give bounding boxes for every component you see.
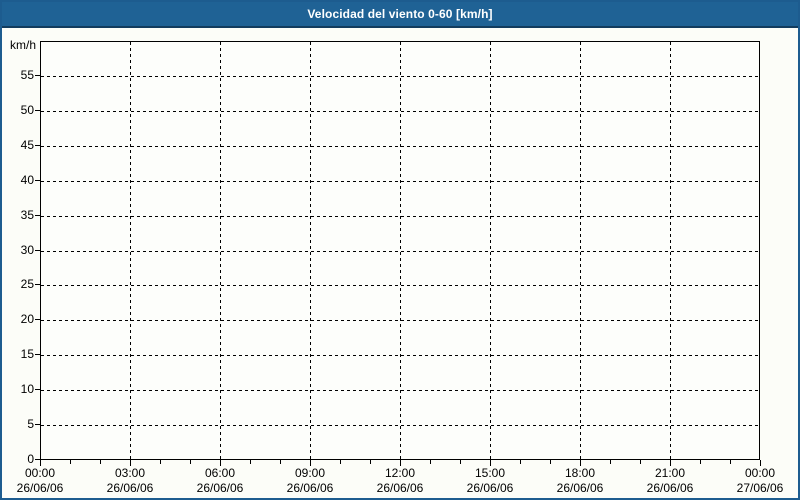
gridline-vertical xyxy=(130,42,131,459)
y-tick-label: 5 xyxy=(27,417,34,431)
x-axis-tick xyxy=(280,460,281,464)
y-axis-unit-label: km/h xyxy=(9,38,36,52)
y-tick-label: 55 xyxy=(20,68,34,82)
x-tick-date-label: 26/06/06 xyxy=(196,481,244,495)
x-tick-time-label: 15:00 xyxy=(474,466,506,480)
x-tick-time-label: 06:00 xyxy=(204,466,236,480)
x-axis-tick xyxy=(100,460,101,464)
x-tick-date-label: 26/06/06 xyxy=(16,481,64,495)
x-axis-tick xyxy=(760,460,761,466)
x-tick-date-label: 26/06/06 xyxy=(286,481,334,495)
x-tick-time-label: 03:00 xyxy=(114,466,146,480)
x-axis-tick xyxy=(430,460,431,464)
x-axis-tick xyxy=(310,460,311,466)
gridline-vertical xyxy=(670,42,671,459)
plot-area xyxy=(40,41,760,460)
x-axis-tick xyxy=(580,460,581,466)
x-axis-tick xyxy=(730,460,731,464)
x-tick-time-label: 09:00 xyxy=(294,466,326,480)
x-tick-time-label: 00:00 xyxy=(744,466,776,480)
x-tick-date-label: 26/06/06 xyxy=(106,481,154,495)
x-tick-time-label: 21:00 xyxy=(654,466,686,480)
y-tick-label: 10 xyxy=(20,382,34,396)
gridline-vertical xyxy=(220,42,221,459)
x-axis-tick xyxy=(220,460,221,466)
x-tick-time-label: 12:00 xyxy=(384,466,416,480)
x-axis-tick xyxy=(550,460,551,464)
x-axis-tick xyxy=(340,460,341,464)
gridline-vertical xyxy=(400,42,401,459)
x-axis-tick xyxy=(610,460,611,464)
x-axis-tick xyxy=(490,460,491,466)
x-axis-tick xyxy=(160,460,161,464)
y-tick-label: 45 xyxy=(20,138,34,152)
y-tick-label: 0 xyxy=(27,452,34,466)
chart-window: Velocidad del viento 0-60 [km/h] km/h 0 5… xyxy=(0,0,800,500)
gridline-vertical xyxy=(310,42,311,459)
x-axis-tick xyxy=(520,460,521,464)
x-axis-tick xyxy=(700,460,701,464)
y-tick-label: 20 xyxy=(20,312,34,326)
y-tick-label: 35 xyxy=(20,208,34,222)
x-axis-tick xyxy=(130,460,131,466)
x-axis-tick xyxy=(70,460,71,464)
y-tick-label: 30 xyxy=(20,243,34,257)
x-tick-date-label: 26/06/06 xyxy=(556,481,604,495)
x-axis-tick xyxy=(190,460,191,464)
chart-title-bar: Velocidad del viento 0-60 [km/h] xyxy=(2,2,798,28)
x-axis-tick xyxy=(460,460,461,464)
x-axis-tick xyxy=(670,460,671,466)
x-axis-tick xyxy=(640,460,641,464)
x-tick-date-label: 26/06/06 xyxy=(466,481,514,495)
x-axis-tick xyxy=(400,460,401,466)
x-axis-tick xyxy=(250,460,251,464)
gridline-vertical xyxy=(580,42,581,459)
x-tick-time-label: 00:00 xyxy=(24,466,56,480)
x-tick-time-label: 18:00 xyxy=(564,466,596,480)
gridline-vertical xyxy=(490,42,491,459)
x-tick-date-label: 26/06/06 xyxy=(646,481,694,495)
y-tick-label: 40 xyxy=(20,173,34,187)
y-tick-label: 25 xyxy=(20,277,34,291)
x-axis-tick xyxy=(40,460,41,466)
x-axis-tick xyxy=(370,460,371,464)
x-tick-date-label: 27/06/06 xyxy=(736,481,784,495)
y-tick-label: 15 xyxy=(20,347,34,361)
x-tick-date-label: 26/06/06 xyxy=(376,481,424,495)
y-tick-label: 50 xyxy=(20,103,34,117)
chart-title: Velocidad del viento 0-60 [km/h] xyxy=(307,7,493,21)
